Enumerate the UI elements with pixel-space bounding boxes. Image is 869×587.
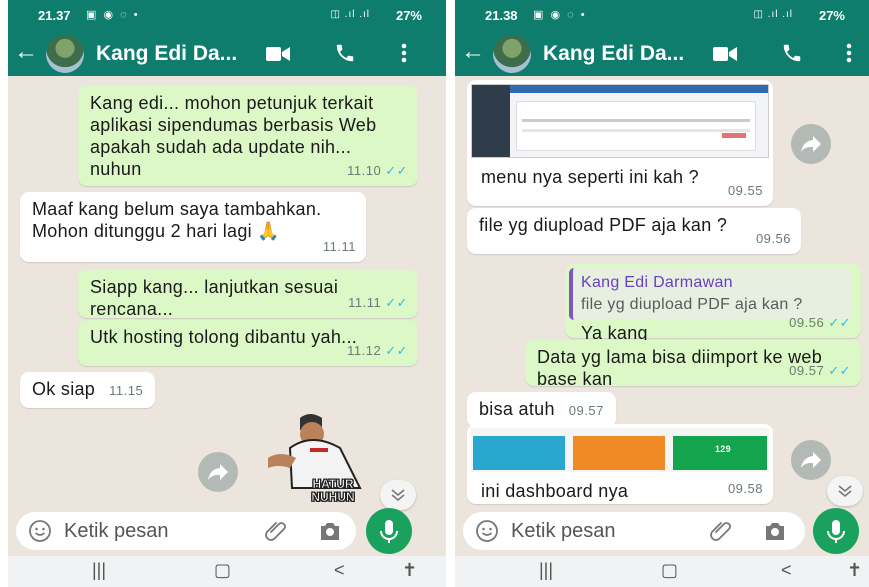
- read-receipt-icon: ✓✓: [385, 163, 408, 178]
- chevron-down-icon: [838, 485, 852, 498]
- forward-icon: [801, 452, 821, 468]
- forward-icon: [801, 136, 821, 152]
- message-text: file yg diupload PDF aja kan ?: [479, 215, 728, 235]
- menu-dots-icon[interactable]: [845, 42, 853, 64]
- back-arrow-icon[interactable]: ←: [14, 38, 38, 66]
- sticker-text: HATUR NUHUN: [311, 477, 355, 504]
- notification-icons: ▣ ◉ ◌ •: [533, 9, 587, 21]
- home-icon[interactable]: ▢: [661, 560, 678, 581]
- battery-level: 27%: [818, 8, 845, 23]
- mic-button[interactable]: [813, 508, 859, 554]
- attach-icon[interactable]: [264, 519, 288, 543]
- message-bubble[interactable]: Siapp kang... lanjutkan sesuai rencana..…: [78, 270, 418, 319]
- message-text: Ok siap: [32, 379, 96, 399]
- message-time: 09.56: [789, 315, 825, 330]
- system-nav-bar: ||| ▢ < ✝: [455, 556, 869, 587]
- contact-name[interactable]: Kang Edi Da...: [96, 42, 237, 66]
- emoji-icon[interactable]: [28, 519, 52, 543]
- accessibility-icon[interactable]: ✝: [847, 560, 862, 581]
- avatar[interactable]: [46, 35, 84, 73]
- read-receipt-icon: ✓✓: [385, 343, 408, 358]
- message-time: 11.12: [347, 343, 382, 358]
- scroll-down-button[interactable]: [380, 480, 416, 510]
- phone-icon[interactable]: [781, 42, 803, 64]
- back-icon[interactable]: <: [781, 560, 792, 581]
- status-bar: 21.37 ▣ ◉ ◌ • ◫ .ıl .ıl 27%: [8, 0, 446, 30]
- forward-button[interactable]: [791, 124, 831, 164]
- message-time: 09.57: [789, 363, 825, 378]
- battery-level: 27%: [395, 8, 422, 23]
- chevron-down-icon: [391, 489, 405, 502]
- avatar[interactable]: [493, 35, 531, 73]
- message-time: 11.11: [348, 295, 382, 310]
- mic-button[interactable]: [366, 508, 412, 554]
- system-nav-bar: ||| ▢ < ✝: [8, 556, 446, 587]
- status-time: 21.37: [38, 8, 71, 23]
- message-input-bar[interactable]: Ketik pesan: [463, 512, 805, 550]
- message-bubble[interactable]: menu nya seperti ini kah ? 09.55: [467, 80, 773, 206]
- mic-icon: [380, 520, 398, 543]
- message-text: Maaf kang belum saya tambahkan. Mohon di…: [32, 199, 322, 241]
- menu-dots-icon[interactable]: [400, 42, 408, 64]
- message-bubble[interactable]: Kang edi... mohon petunjuk terkait aplik…: [78, 86, 418, 186]
- message-bubble[interactable]: Kang Edi Darmawan file yg diupload PDF a…: [565, 264, 861, 343]
- message-bubble[interactable]: Utk hosting tolong dibantu yah... 11.12 ✓…: [78, 320, 418, 366]
- dashboard-count: 129: [715, 444, 731, 454]
- message-time: 09.57: [568, 403, 604, 418]
- video-call-icon[interactable]: [266, 46, 290, 62]
- scroll-down-button[interactable]: [827, 476, 863, 506]
- emoji-icon[interactable]: [475, 519, 499, 543]
- message-time: 11.15: [109, 383, 144, 398]
- mic-icon: [827, 520, 845, 543]
- camera-icon[interactable]: [763, 520, 787, 542]
- status-bar: 21.38 ▣ ◉ ◌ • ◫ .ıl .ıl 27%: [455, 0, 869, 30]
- quoted-sender: Kang Edi Darmawan: [581, 274, 733, 291]
- read-receipt-icon: ✓✓: [828, 363, 851, 378]
- back-icon[interactable]: <: [334, 560, 345, 581]
- recents-icon[interactable]: |||: [539, 560, 553, 581]
- status-time: 21.38: [485, 8, 518, 23]
- message-input-bar[interactable]: Ketik pesan: [16, 512, 356, 550]
- contact-name[interactable]: Kang Edi Da...: [543, 42, 684, 66]
- message-text: bisa atuh: [479, 399, 555, 419]
- message-bubble[interactable]: Data yg lama bisa diimport ke web base k…: [525, 340, 861, 389]
- message-bubble[interactable]: bisa atuh 09.57: [467, 392, 616, 428]
- phone-icon[interactable]: [334, 42, 356, 64]
- message-time: 11.10: [347, 163, 382, 178]
- forward-button[interactable]: [198, 452, 238, 492]
- message-input[interactable]: Ketik pesan: [511, 520, 616, 543]
- attached-screenshot[interactable]: [471, 84, 769, 158]
- signal-icon: ◫ .ıl .ıl: [753, 9, 793, 20]
- video-call-icon[interactable]: [713, 46, 737, 62]
- attach-icon[interactable]: [709, 519, 733, 543]
- chat-header: ← Kang Edi Da...: [8, 30, 446, 76]
- read-receipt-icon: ✓✓: [385, 295, 408, 310]
- message-bubble[interactable]: file yg diupload PDF aja kan ? 09.56: [467, 208, 801, 254]
- attached-dashboard-screenshot[interactable]: 129: [471, 428, 769, 472]
- chat-screen-right: 21.38 ▣ ◉ ◌ • ◫ .ıl .ıl 27% ← Kang Edi D…: [455, 0, 869, 587]
- message-text: ini dashboard nya: [481, 481, 629, 501]
- notification-icons: ▣ ◉ ◌ •: [86, 9, 140, 21]
- signal-icon: ◫ .ıl .ıl: [330, 9, 370, 20]
- recents-icon[interactable]: |||: [92, 560, 106, 581]
- message-text: menu nya seperti ini kah ?: [481, 167, 699, 187]
- back-arrow-icon[interactable]: ←: [461, 38, 485, 66]
- message-time: 09.55: [727, 183, 763, 198]
- camera-icon[interactable]: [318, 520, 342, 542]
- chat-screen-left: 21.37 ▣ ◉ ◌ • ◫ .ıl .ıl 27% ← Kang Edi D…: [8, 0, 446, 587]
- message-time: 09.56: [755, 231, 791, 246]
- sticker-image[interactable]: HATUR NUHUN: [260, 408, 378, 508]
- chat-header: ← Kang Edi Da...: [455, 30, 869, 76]
- home-icon[interactable]: ▢: [214, 560, 231, 581]
- message-time: 11.11: [322, 239, 356, 254]
- message-bubble[interactable]: Ok siap 11.15: [20, 372, 156, 408]
- message-bubble[interactable]: Maaf kang belum saya tambahkan. Mohon di…: [20, 192, 366, 262]
- accessibility-icon[interactable]: ✝: [402, 560, 417, 581]
- forward-button[interactable]: [791, 440, 831, 480]
- read-receipt-icon: ✓✓: [828, 315, 851, 330]
- message-input[interactable]: Ketik pesan: [64, 520, 169, 543]
- message-bubble[interactable]: 129 ini dashboard nya 09.58: [467, 424, 773, 504]
- message-time: 09.58: [727, 481, 763, 496]
- forward-icon: [208, 464, 228, 480]
